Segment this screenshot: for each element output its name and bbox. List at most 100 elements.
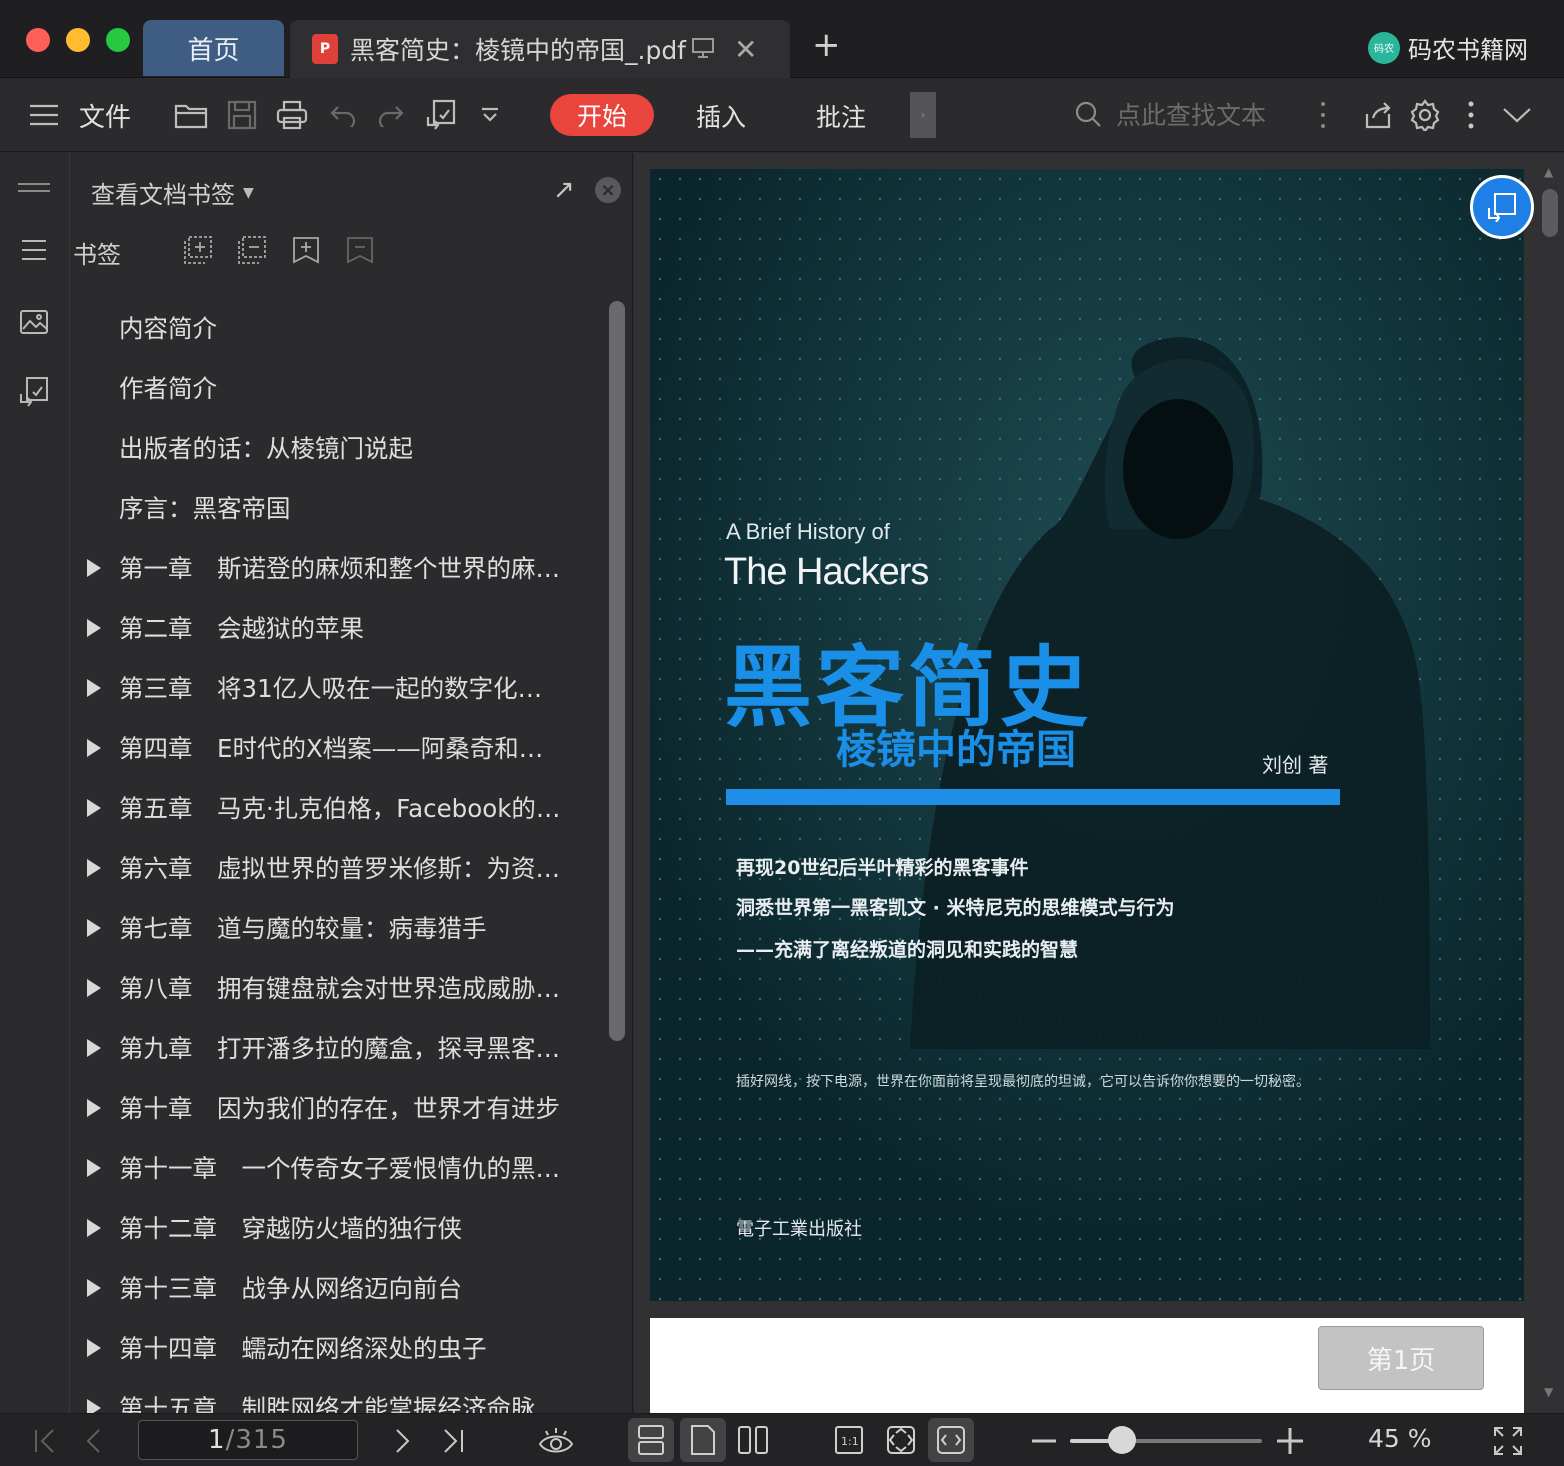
expand-triangle-icon[interactable] — [87, 1219, 101, 1237]
bookmark-panel-header[interactable]: 查看文档书签 ▼ — [91, 175, 254, 210]
bookmark-item[interactable]: 序言：黑客帝国 — [71, 477, 601, 537]
ribbon-tab-insert[interactable]: 插入 — [696, 98, 746, 134]
bookmark-item[interactable]: 第一章 斯诺登的麻烦和整个世界的麻… — [71, 537, 601, 597]
bookmark-item-label: 作者简介 — [119, 374, 217, 403]
expand-triangle-icon[interactable] — [87, 1039, 101, 1057]
bookmark-item[interactable]: 第十三章 战争从网络迈向前台 — [71, 1257, 601, 1317]
expand-triangle-icon[interactable] — [87, 979, 101, 997]
bookmark-item[interactable]: 第十五章 制胜网络才能掌握经济命脉 — [71, 1377, 601, 1413]
zoom-level[interactable]: 45 % — [1368, 1424, 1432, 1453]
zoom-slider[interactable] — [1070, 1439, 1262, 1443]
bookmark-list-icon[interactable] — [17, 233, 51, 267]
close-window-button[interactable] — [26, 28, 50, 52]
search-input[interactable]: 点此查找文本 — [1074, 96, 1266, 132]
collapse-all-icon[interactable] — [237, 235, 267, 265]
close-tab-icon[interactable]: ✕ — [734, 33, 757, 66]
previous-page-icon[interactable] — [80, 1414, 106, 1466]
bookmark-item[interactable]: 作者简介 — [71, 357, 601, 417]
bookmark-item[interactable]: 第四章 E时代的X档案——阿桑奇和… — [71, 717, 601, 777]
fit-width-button[interactable] — [928, 1418, 974, 1462]
more-options-icon[interactable] — [1464, 78, 1478, 152]
expand-triangle-icon[interactable] — [87, 739, 101, 757]
ribbon-tab-start[interactable]: 开始 — [550, 94, 654, 136]
fit-page-button[interactable] — [878, 1418, 924, 1462]
bookmark-item-label: 第二章 会越狱的苹果 — [119, 614, 364, 643]
annotation-list-icon[interactable] — [17, 375, 51, 409]
cover-accent-bar — [726, 789, 1340, 805]
ribbon-tab-annotate[interactable]: 批注 — [816, 98, 866, 134]
expand-triangle-icon[interactable] — [87, 679, 101, 697]
open-folder-icon[interactable] — [172, 78, 210, 152]
expand-triangle-icon[interactable] — [87, 1159, 101, 1177]
zoom-window-button[interactable] — [106, 28, 130, 52]
redo-icon[interactable] — [376, 78, 406, 152]
pop-out-icon[interactable]: ↗ — [553, 175, 575, 205]
bookmark-item[interactable]: 出版者的话：从棱镜门说起 — [71, 417, 601, 477]
page-number-input[interactable]: 1/315 — [138, 1420, 358, 1460]
bookmark-item[interactable]: 第五章 马克·扎克伯格，Facebook的… — [71, 777, 601, 837]
thumbnail-icon[interactable] — [17, 305, 51, 339]
continuous-scroll-mode-button[interactable] — [628, 1418, 674, 1462]
expand-triangle-icon[interactable] — [87, 799, 101, 817]
bookmark-item[interactable]: 第十章 因为我们的存在，世界才有进步 — [71, 1077, 601, 1137]
ribbon-scroll-right-button[interactable]: › — [910, 92, 936, 138]
expand-triangle-icon[interactable] — [87, 619, 101, 637]
bookmark-item[interactable]: 第九章 打开潘多拉的魔盒，探寻黑客… — [71, 1017, 601, 1077]
share-icon[interactable] — [1362, 78, 1394, 152]
file-menu-button[interactable]: 文件 — [78, 78, 132, 152]
expand-triangle-icon[interactable] — [87, 1399, 101, 1413]
document-viewer[interactable]: A Brief History of The Hackers 黑客简史 棱镜中的… — [634, 153, 1564, 1413]
first-page-icon[interactable] — [30, 1414, 60, 1466]
scroll-down-arrow-icon[interactable]: ▼ — [1544, 1385, 1553, 1399]
expand-triangle-icon[interactable] — [87, 1279, 101, 1297]
next-page-icon[interactable] — [390, 1414, 416, 1466]
expand-all-icon[interactable] — [183, 235, 213, 265]
minimize-window-button[interactable] — [66, 28, 90, 52]
plus-icon[interactable]: + — [812, 28, 841, 62]
scroll-up-arrow-icon[interactable]: ▲ — [1544, 165, 1553, 179]
convert-icon[interactable] — [424, 78, 460, 152]
expand-triangle-icon[interactable] — [87, 859, 101, 877]
expand-triangle-icon[interactable] — [87, 919, 101, 937]
bookmark-panel: 查看文档书签 ▼ ↗ × 书签 内容简介 作者简介 出版者的话：从棱镜门说起 序言：黑… — [71, 153, 633, 1413]
document-scrollbar-thumb[interactable] — [1542, 189, 1558, 237]
more-dropdown-icon[interactable] — [478, 78, 502, 152]
vertical-dots-icon[interactable] — [1316, 78, 1330, 152]
bookmark-item[interactable]: 第二章 会越狱的苹果 — [71, 597, 601, 657]
expand-triangle-icon[interactable] — [87, 559, 101, 577]
bookmark-item[interactable]: 第八章 拥有键盘就会对世界造成威胁… — [71, 957, 601, 1017]
single-page-mode-button[interactable] — [680, 1418, 726, 1462]
delete-bookmark-icon[interactable] — [345, 235, 375, 265]
zoom-slider-knob[interactable] — [1108, 1426, 1137, 1454]
expand-triangle-icon[interactable] — [87, 1339, 101, 1357]
fullscreen-icon[interactable] — [1490, 1414, 1526, 1466]
undo-icon[interactable] — [328, 78, 358, 152]
hamburger-menu-icon[interactable] — [28, 78, 60, 152]
add-bookmark-icon[interactable] — [291, 235, 321, 265]
bookmark-item-label: 第八章 拥有键盘就会对世界造成威胁… — [119, 974, 560, 1003]
bookmark-item[interactable]: 第十四章 蠕动在网络深处的虫子 — [71, 1317, 601, 1377]
bookmark-item[interactable]: 第三章 将31亿人吸在一起的数字化… — [71, 657, 601, 717]
bookmark-scrollbar[interactable] — [609, 301, 625, 1041]
expand-triangle-icon[interactable] — [87, 1099, 101, 1117]
bookmark-item[interactable]: 内容简介 — [71, 297, 601, 357]
bookmark-item[interactable]: 第十一章 一个传奇女子爱恨情仇的黑… — [71, 1137, 601, 1197]
bookmark-item[interactable]: 第六章 虚拟世界的普罗米修斯：为资… — [71, 837, 601, 897]
settings-gear-icon[interactable] — [1408, 78, 1442, 152]
zoom-in-icon[interactable] — [1276, 1414, 1304, 1466]
bookmark-item[interactable]: 第十二章 穿越防火墙的独行侠 — [71, 1197, 601, 1257]
actual-size-button[interactable]: 1:1 — [826, 1418, 872, 1462]
save-icon[interactable] — [224, 78, 260, 152]
close-panel-icon[interactable]: × — [595, 177, 621, 203]
collapse-panel-icon[interactable] — [17, 171, 51, 205]
chevron-down-icon[interactable] — [1500, 78, 1534, 152]
eye-protection-icon[interactable] — [536, 1414, 576, 1466]
tab-home[interactable]: 首页 — [143, 20, 284, 76]
last-page-icon[interactable] — [438, 1414, 468, 1466]
convert-float-button[interactable] — [1470, 175, 1534, 239]
tab-document[interactable]: P 黑客简史：棱镜中的帝国_.pdf ✕ — [290, 20, 790, 78]
zoom-out-icon[interactable] — [1030, 1414, 1058, 1466]
two-page-mode-button[interactable] — [730, 1418, 776, 1462]
print-icon[interactable] — [274, 78, 310, 152]
bookmark-item[interactable]: 第七章 道与魔的较量：病毒猎手 — [71, 897, 601, 957]
